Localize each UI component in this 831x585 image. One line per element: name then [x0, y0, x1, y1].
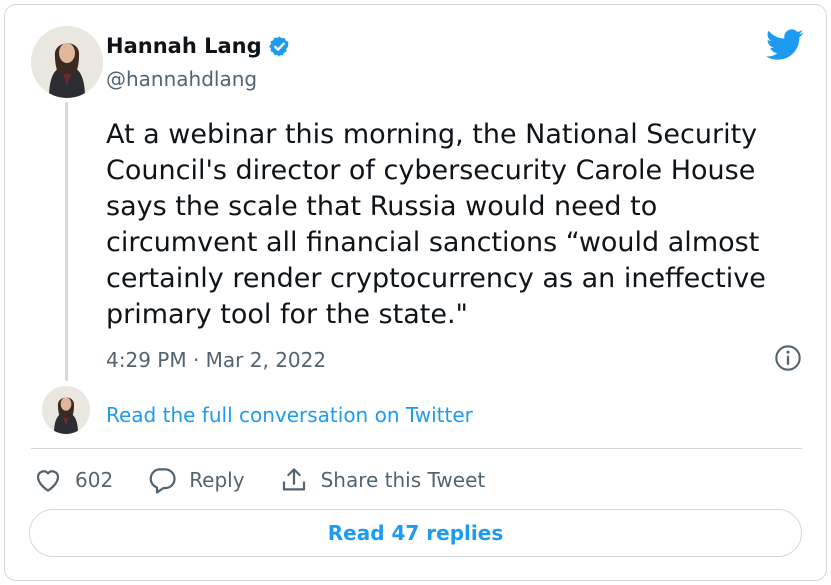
tweet-card: Hannah Lang @hannahdlang At a webinar th…	[4, 4, 827, 581]
like-button[interactable]: 602	[33, 465, 113, 495]
author-handle[interactable]: @hannahdlang	[106, 67, 257, 91]
heart-icon	[36, 470, 60, 492]
tweet-timestamp[interactable]: 4:29 PM · Mar 2, 2022	[106, 348, 326, 372]
reply-label: Reply	[189, 468, 245, 492]
share-label: Share this Tweet	[320, 468, 486, 492]
author-display-name[interactable]: Hannah Lang	[106, 34, 262, 58]
tweet-text: At a webinar this morning, the National …	[106, 119, 775, 330]
verified-badge-icon	[268, 35, 289, 57]
twitter-bird-icon[interactable]	[766, 29, 804, 61]
reply-button[interactable]: Reply	[147, 465, 245, 495]
share-button[interactable]: Share this Tweet	[279, 465, 486, 495]
author-name-row: Hannah Lang	[106, 34, 291, 58]
divider	[31, 448, 802, 449]
thread-avatar[interactable]	[42, 386, 90, 434]
avatar-image	[42, 386, 90, 434]
action-bar: 602 Reply Share this Tweet	[33, 465, 519, 495]
read-replies-button[interactable]: Read 47 replies	[29, 509, 802, 557]
info-icon[interactable]	[774, 344, 802, 372]
read-conversation-link[interactable]: Read the full conversation on Twitter	[106, 403, 473, 427]
reply-icon	[149, 468, 176, 494]
author-avatar[interactable]	[31, 26, 103, 98]
avatar-image	[31, 26, 103, 98]
thread-line	[65, 102, 68, 381]
share-icon	[282, 468, 305, 491]
likes-count: 602	[75, 468, 114, 492]
